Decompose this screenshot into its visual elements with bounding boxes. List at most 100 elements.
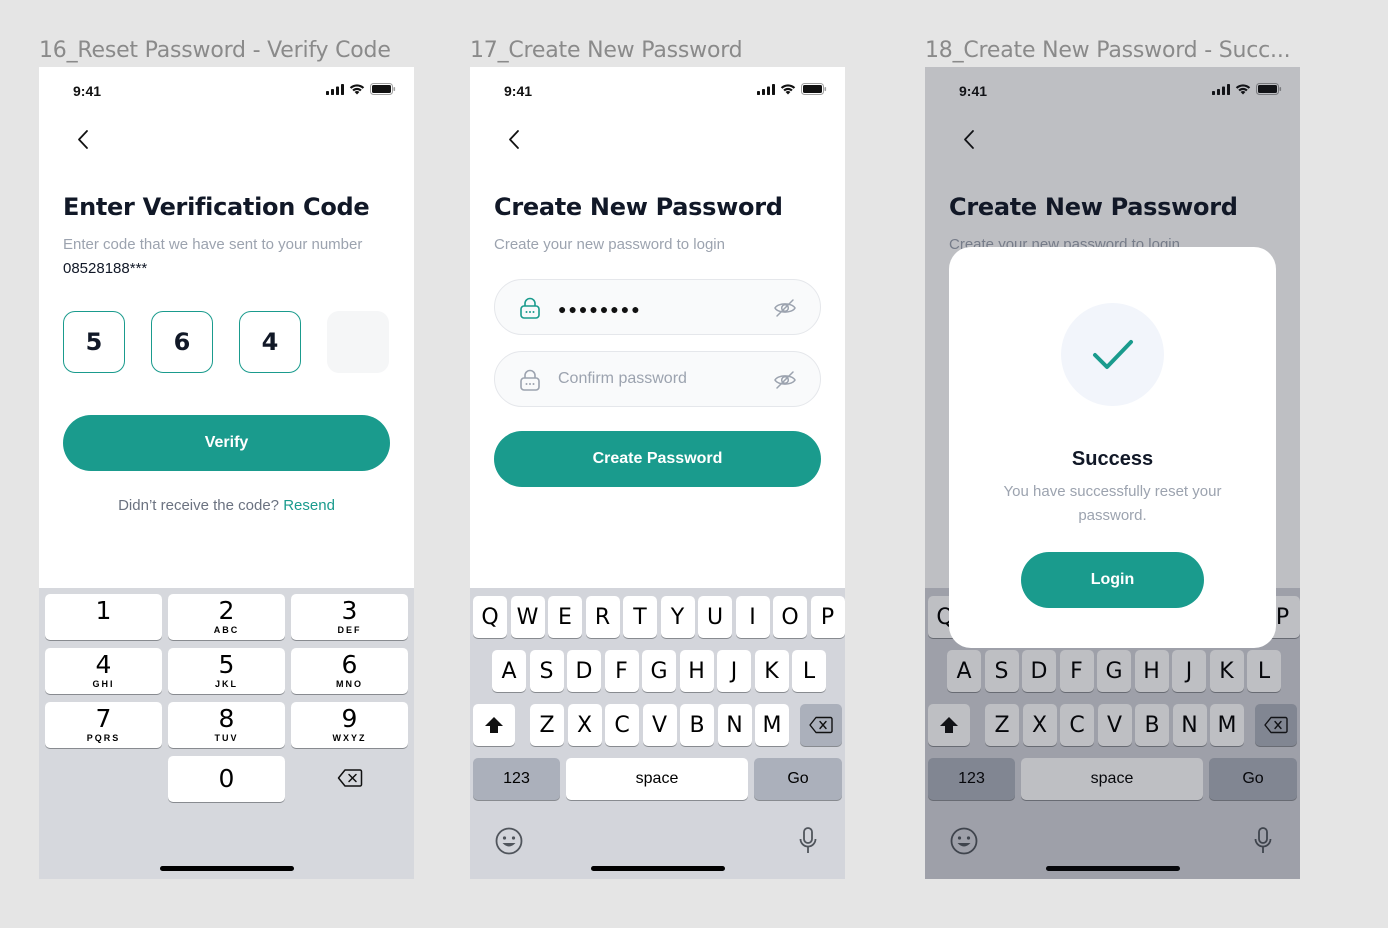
numpad-key-9[interactable]: 9 WXYZ: [291, 702, 408, 748]
numpad-key-4[interactable]: 4 GHI: [45, 648, 162, 694]
numpad-key-8[interactable]: 8 TUV: [168, 702, 285, 748]
otp-box-1[interactable]: 5: [63, 311, 125, 373]
wifi-icon: [780, 83, 796, 94]
home-indicator: [160, 866, 294, 871]
numpad-key-6[interactable]: 6 MNO: [291, 648, 408, 694]
backspace-key[interactable]: [800, 704, 842, 746]
new-password-field[interactable]: ●●●●●●●●: [494, 279, 821, 335]
numpad-key-0[interactable]: 0: [168, 756, 285, 802]
lock-icon: [520, 297, 540, 319]
password-value: ●●●●●●●●: [558, 301, 642, 317]
key-n[interactable]: N: [717, 704, 752, 746]
key-digit: 5: [218, 650, 235, 679]
key-g[interactable]: G: [642, 650, 676, 692]
numbers-key[interactable]: 123: [473, 758, 560, 800]
back-chevron-icon[interactable]: [500, 125, 530, 155]
battery-icon: [801, 83, 827, 95]
key-y[interactable]: Y: [660, 596, 695, 638]
key-r[interactable]: R: [585, 596, 620, 638]
key-h[interactable]: H: [679, 650, 714, 692]
key-letters: DEF: [337, 625, 362, 635]
key-v[interactable]: V: [642, 704, 677, 746]
key-u[interactable]: U: [698, 596, 732, 638]
numpad-key-2[interactable]: 2 ABC: [168, 594, 285, 640]
status-bar: 9:41: [39, 67, 414, 111]
key-i[interactable]: I: [735, 596, 770, 638]
confirm-password-placeholder: Confirm password: [558, 370, 687, 387]
frame-title-create-password: 17_Create New Password: [470, 38, 743, 63]
key-digit: 0: [218, 764, 235, 793]
home-indicator: [591, 866, 725, 871]
eye-off-icon[interactable]: [772, 367, 798, 393]
page-subtitle: Enter code that we have sent to your num…: [63, 233, 383, 281]
signal-icon: [326, 83, 344, 95]
verify-button[interactable]: Verify: [63, 415, 390, 471]
microphone-icon[interactable]: [798, 826, 818, 856]
key-d[interactable]: D: [567, 650, 601, 692]
numpad-key-1[interactable]: 1: [45, 594, 162, 640]
emoji-icon[interactable]: [494, 826, 524, 856]
shift-arrow-icon: [485, 717, 503, 733]
key-o[interactable]: O: [773, 596, 807, 638]
key-k[interactable]: K: [754, 650, 789, 692]
shift-key[interactable]: [473, 704, 515, 746]
eye-off-icon[interactable]: [772, 295, 798, 321]
key-letters: GHI: [92, 679, 115, 689]
key-letters: MNO: [336, 679, 363, 689]
key-l[interactable]: L: [792, 650, 826, 692]
resend-link[interactable]: Resend: [283, 497, 335, 514]
key-t[interactable]: T: [623, 596, 657, 638]
key-digit: 8: [218, 704, 235, 733]
subtitle-text: Enter code that we have sent to your num…: [63, 236, 363, 253]
resend-row: Didn’t receive the code? Resend: [39, 497, 414, 514]
checkmark-icon: [1092, 339, 1133, 369]
phone-verify-code: 9:41 Enter Verification Code Enter code …: [39, 67, 414, 879]
modal-title: Success: [1071, 448, 1154, 470]
page-title: Create New Password: [494, 193, 783, 221]
phone-create-password: 9:41 Create New Password Create your new…: [470, 67, 845, 879]
key-digit: 2: [218, 596, 235, 625]
otp-box-4[interactable]: [327, 311, 389, 373]
confirm-password-field[interactable]: Confirm password: [494, 351, 821, 407]
key-a[interactable]: A: [492, 650, 526, 692]
otp-box-2[interactable]: 6: [151, 311, 213, 373]
page-title: Enter Verification Code: [63, 193, 370, 221]
delete-backspace-icon: [809, 716, 833, 734]
qwerty-keyboard: QWERTYUIOP ASDFGHJKL ZXCVBNM 123spaceGo: [470, 588, 845, 879]
key-b[interactable]: B: [680, 704, 714, 746]
delete-backspace-icon[interactable]: [337, 768, 363, 788]
key-p[interactable]: P: [810, 596, 845, 638]
numeric-keypad: 1 2 ABC 3 DEF 4 GHI 5 JKL 6 MNO 7 PQRS 8 TUV 9W…: [39, 588, 414, 879]
frame-title-success: 18_Create New Password - Succ...: [925, 38, 1291, 63]
wifi-icon: [349, 83, 365, 94]
key-s[interactable]: S: [529, 650, 564, 692]
go-key[interactable]: Go: [754, 758, 842, 800]
space-key[interactable]: space: [566, 758, 748, 800]
numpad-key-5[interactable]: 5 JKL: [168, 648, 285, 694]
key-digit: 6: [341, 650, 358, 679]
key-digit: 7: [95, 704, 112, 733]
numpad-key-7[interactable]: 7 PQRS: [45, 702, 162, 748]
key-w[interactable]: W: [510, 596, 545, 638]
key-x[interactable]: X: [567, 704, 602, 746]
key-q[interactable]: Q: [473, 596, 507, 638]
key-digit: 4: [95, 650, 112, 679]
key-letters: PQRS: [86, 733, 121, 743]
key-z[interactable]: Z: [530, 704, 564, 746]
key-e[interactable]: E: [548, 596, 582, 638]
resend-prompt: Didn’t receive the code?: [118, 497, 280, 514]
key-f[interactable]: F: [604, 650, 639, 692]
key-digit: 3: [341, 596, 358, 625]
create-password-button[interactable]: Create Password: [494, 431, 821, 487]
key-letters: WXYZ: [332, 733, 367, 743]
login-button[interactable]: Login: [1021, 552, 1204, 608]
signal-icon: [757, 83, 775, 95]
frame-title-verify-code: 16_Reset Password - Verify Code: [39, 38, 391, 63]
numpad-key-3[interactable]: 3 DEF: [291, 594, 408, 640]
key-c[interactable]: C: [605, 704, 639, 746]
otp-box-3[interactable]: 4: [239, 311, 301, 373]
key-m[interactable]: M: [755, 704, 789, 746]
key-j[interactable]: J: [717, 650, 751, 692]
key-letters: ABC: [213, 625, 240, 635]
back-chevron-icon[interactable]: [69, 125, 99, 155]
